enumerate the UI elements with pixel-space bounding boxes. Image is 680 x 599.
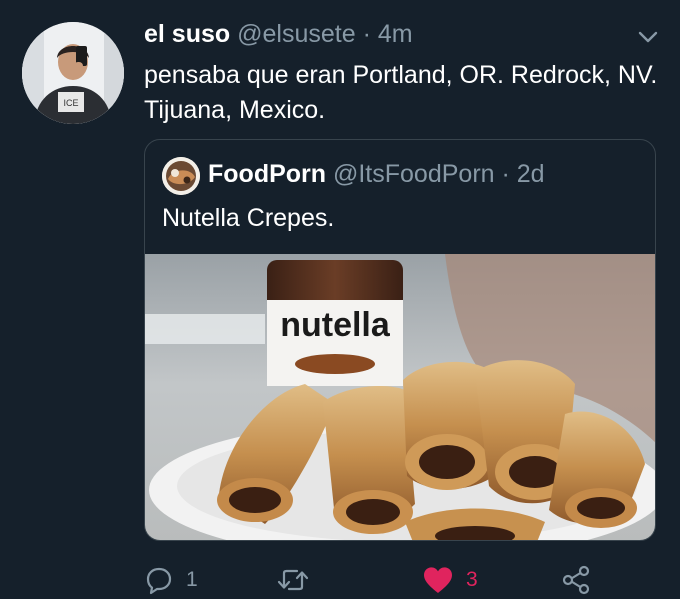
crepes-photo: nutella [145, 254, 655, 540]
header-separator: · [362, 20, 371, 48]
tweet-actions: 1 3 [144, 562, 664, 598]
quoted-tweet-image[interactable]: nutella [145, 254, 655, 540]
quoted-tweet-text: Nutella Crepes. [162, 204, 335, 232]
quoted-tweet-header: FoodPorn @ItsFoodPorn · 2d [208, 158, 545, 190]
quoted-author-handle[interactable]: @ItsFoodPorn [333, 160, 495, 188]
quoted-tweet-time[interactable]: 2d [517, 160, 545, 188]
quoted-tweet-card[interactable]: FoodPorn @ItsFoodPorn · 2d Nutella Crepe… [144, 139, 656, 541]
quoted-author-name[interactable]: FoodPorn [208, 160, 326, 188]
retweet-button[interactable] [276, 562, 322, 598]
chevron-down-icon[interactable] [634, 26, 662, 48]
svg-text:ICE: ICE [63, 98, 78, 108]
reply-icon [144, 565, 174, 595]
heart-icon [422, 565, 454, 595]
share-button[interactable] [560, 562, 592, 598]
author-handle[interactable]: @elsusete [237, 20, 356, 48]
like-count: 3 [466, 568, 478, 591]
share-icon [560, 565, 592, 595]
like-button[interactable]: 3 [422, 562, 478, 598]
tweet-time[interactable]: 4m [378, 20, 413, 48]
avatar-photo: ICE [22, 22, 124, 124]
retweet-icon [276, 565, 310, 595]
author-avatar[interactable]: ICE [22, 22, 124, 124]
reply-count: 1 [186, 568, 198, 591]
author-name[interactable]: el suso [144, 20, 230, 48]
quoted-header-separator: · [501, 160, 510, 188]
jar-label-text: nutella [280, 306, 391, 344]
quoted-author-avatar [162, 157, 200, 195]
quoted-avatar-photo [162, 157, 200, 195]
reply-button[interactable]: 1 [144, 562, 198, 598]
tweet-text: pensaba que eran Portland, OR. Redrock, … [144, 61, 658, 124]
tweet-header: el suso @elsusete · 4m [144, 18, 413, 50]
